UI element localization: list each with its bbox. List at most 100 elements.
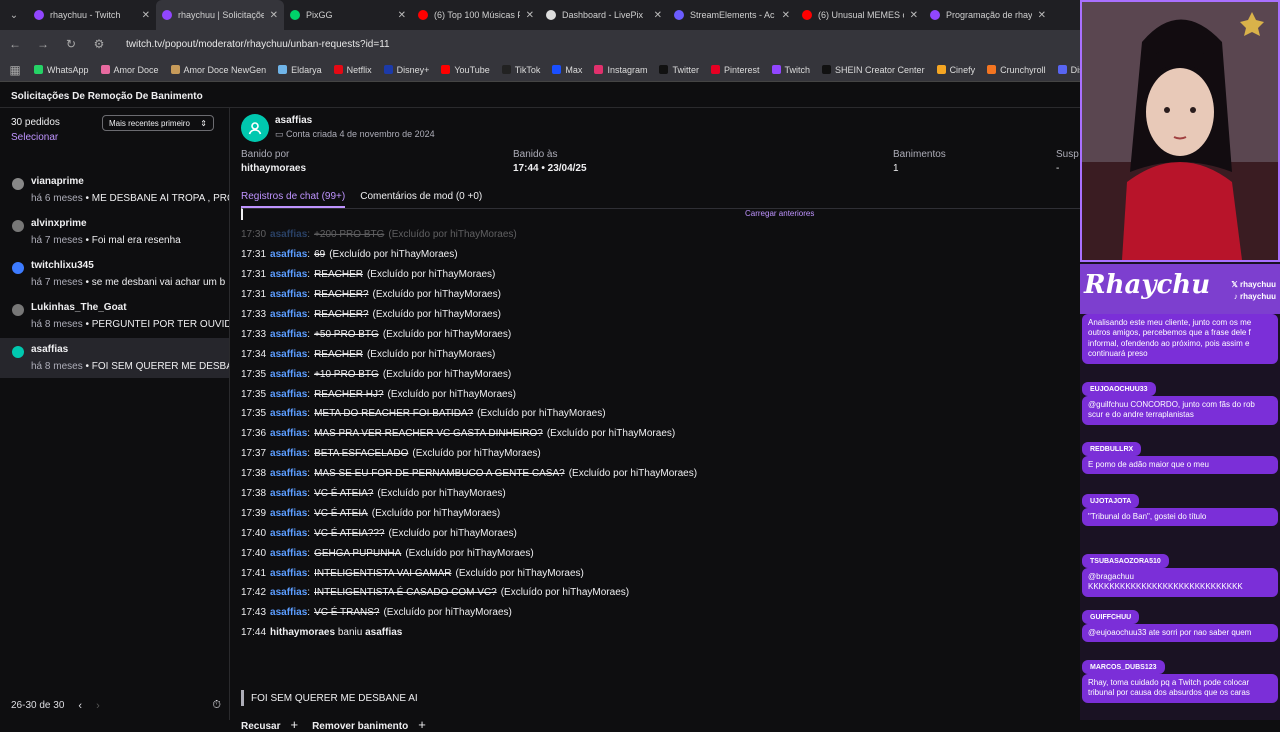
pager-range: 26-30 de 30 xyxy=(11,700,65,711)
bookmark-icon xyxy=(552,65,562,74)
site-info-icon[interactable]: ⚙ xyxy=(92,37,106,51)
tab-search-button[interactable]: ⌄ xyxy=(0,0,28,30)
user-name[interactable]: asaffias xyxy=(275,115,312,126)
bookmark-item[interactable]: Disney+ xyxy=(383,65,429,75)
select-link[interactable]: Selecionar xyxy=(11,132,58,143)
request-list-item[interactable]: Lukinhas_The_Goat há 8 meses • PERGUNTEI … xyxy=(0,296,229,336)
user-icon xyxy=(248,122,262,135)
overlay-chat-username: MARCOS_DUBS123 xyxy=(1082,660,1165,674)
bookmark-item[interactable]: Amor Doce NewGen xyxy=(170,65,266,75)
reload-icon[interactable]: ↻ xyxy=(64,37,78,51)
url-text[interactable]: twitch.tv/popout/moderator/rhaychuu/unba… xyxy=(126,39,390,50)
next-page-icon[interactable]: › xyxy=(96,700,100,712)
bookmark-item[interactable]: Crunchyroll xyxy=(987,65,1046,75)
bookmark-item[interactable]: Pinterest xyxy=(710,65,760,75)
browser-tab[interactable]: rhaychuu - Twitch ✕ xyxy=(28,0,156,30)
bookmark-icon xyxy=(170,65,180,74)
bookmark-item[interactable]: Twitter xyxy=(659,65,699,75)
favicon-icon xyxy=(930,10,940,20)
back-icon[interactable]: ← xyxy=(8,37,22,51)
request-list-item[interactable]: twitchlixu345 há 7 meses • se me desbani … xyxy=(0,254,229,294)
appeal-text: FOI SEM QUERER ME DESBANE AI xyxy=(241,690,418,706)
chat-username[interactable]: asaffias xyxy=(270,448,307,459)
request-list-item[interactable]: asaffias há 8 meses • FOI SEM QUERER ME D… xyxy=(0,338,229,378)
chat-username[interactable]: asaffias xyxy=(270,468,307,479)
chat-username[interactable]: asaffias xyxy=(270,528,307,539)
chat-username[interactable]: asaffias xyxy=(270,389,307,400)
forward-icon[interactable]: → xyxy=(36,37,50,51)
chat-username[interactable]: asaffias xyxy=(270,428,307,439)
ban-count-field: Banimentos 1 xyxy=(893,149,946,174)
bookmark-icon xyxy=(822,65,832,74)
browser-tab[interactable]: Dashboard - LivePix ✕ xyxy=(540,0,668,30)
chat-line: 17:33 asaffias: REACHER? (Excluído por hiTh… xyxy=(241,309,501,320)
tab-chat-logs[interactable]: Registros de chat (99+) xyxy=(241,191,346,208)
ban-event-line: 17:44 hithaymoraes baniu asaffias xyxy=(241,627,403,639)
account-created: ▭ Conta criada 4 de novembro de 2024 xyxy=(275,129,435,139)
chat-username[interactable]: asaffias xyxy=(270,587,307,598)
chat-username[interactable]: asaffias xyxy=(270,309,307,320)
reject-button[interactable]: Recusar + xyxy=(241,717,298,732)
chat-username[interactable]: asaffias xyxy=(270,249,307,260)
close-icon[interactable]: ✕ xyxy=(142,10,150,21)
browser-tab[interactable]: Programação de rhay ✕ xyxy=(924,0,1052,30)
chat-line: 17:36 asaffias: MAS PRA VER REACHER VC GAS… xyxy=(241,428,676,440)
apps-grid-icon[interactable]: ▦ xyxy=(8,63,22,77)
prev-page-icon[interactable]: ‹ xyxy=(78,700,82,712)
load-more-link[interactable]: Carregar anteriores xyxy=(745,209,814,218)
chat-username[interactable]: asaffias xyxy=(270,229,307,240)
calendar-icon: ▭ xyxy=(275,129,287,139)
browser-tab[interactable]: PixGG ✕ xyxy=(284,0,412,30)
chat-username[interactable]: asaffias xyxy=(270,607,307,618)
chat-username[interactable]: asaffias xyxy=(270,488,307,499)
chat-username[interactable]: asaffias xyxy=(270,329,307,340)
browser-tab[interactable]: (6) Unusual MEMES c ✕ xyxy=(796,0,924,30)
chat-username[interactable]: asaffias xyxy=(270,289,307,300)
chat-log: 17:30 asaffias: +200 PRO BTG (Excluído por … xyxy=(241,225,1061,643)
bookmark-item[interactable]: TikTok xyxy=(501,65,540,75)
bookmark-icon xyxy=(441,65,451,74)
banned-at-field: Banido às 17:44 • 23/04/25 xyxy=(513,149,587,174)
tiktok-handle: ♪ rhaychuu xyxy=(1233,292,1276,301)
browser-tab[interactable]: rhaychuu | Solicitações ✕ xyxy=(156,0,284,30)
close-icon[interactable]: ✕ xyxy=(1038,10,1046,21)
bookmark-item[interactable]: Cinefy xyxy=(936,65,975,75)
close-icon[interactable]: ✕ xyxy=(654,10,662,21)
bookmark-item[interactable]: YouTube xyxy=(441,65,490,75)
bookmark-icon xyxy=(333,65,343,74)
chat-line: 17:38 asaffias: VC É ATEIA? (Excluído por h… xyxy=(241,488,506,500)
chat-username[interactable]: asaffias xyxy=(270,369,307,380)
bookmark-item[interactable]: Twitch xyxy=(771,65,810,75)
bookmark-item[interactable]: Eldarya xyxy=(278,65,322,75)
close-icon[interactable]: ✕ xyxy=(782,10,790,21)
bookmark-item[interactable]: Netflix xyxy=(333,65,372,75)
requests-sidebar: 30 pedidos Selecionar Mais recentes prim… xyxy=(0,108,230,720)
page-title: Solicitações De Remoção De Banimento xyxy=(11,91,203,102)
sort-dropdown[interactable]: Mais recentes primeiro ⇕ xyxy=(102,115,214,131)
chat-line: 17:42 asaffias: INTELIGENTISTA É CASADO CO… xyxy=(241,587,630,599)
chat-username[interactable]: asaffias xyxy=(270,508,307,519)
close-icon[interactable]: ✕ xyxy=(910,10,918,21)
chat-username[interactable]: asaffias xyxy=(270,548,307,559)
request-list-item[interactable]: vianaprime há 6 meses • ME DESBANE AÍ TRO… xyxy=(0,170,229,210)
browser-tab[interactable]: (6) Top 100 Músicas P ✕ xyxy=(412,0,540,30)
chat-username[interactable]: asaffias xyxy=(270,349,307,360)
request-list-item[interactable]: alvinxprime há 7 meses • Foi mal era rese… xyxy=(0,212,229,252)
bookmark-item[interactable]: WhatsApp xyxy=(34,65,89,75)
close-icon[interactable]: ✕ xyxy=(398,10,406,21)
unban-button[interactable]: Remover banimento + xyxy=(312,717,426,732)
bookmark-icon xyxy=(936,65,946,74)
tab-mod-comments[interactable]: Comentários de mod (0 +0) xyxy=(360,191,482,208)
timer-icon[interactable]: ⏱ xyxy=(212,699,221,712)
close-icon[interactable]: ✕ xyxy=(270,10,278,21)
bookmark-item[interactable]: Max xyxy=(552,65,582,75)
bookmark-item[interactable]: Amor Doce xyxy=(100,65,159,75)
chat-username[interactable]: asaffias xyxy=(270,269,307,280)
chat-username[interactable]: asaffias xyxy=(270,568,307,579)
close-icon[interactable]: ✕ xyxy=(526,10,534,21)
bookmark-item[interactable]: Instagram xyxy=(594,65,647,75)
bookmark-item[interactable]: SHEIN Creator Center xyxy=(822,65,925,75)
detail-tabs: Registros de chat (99+) Comentários de m… xyxy=(241,191,482,208)
chat-username[interactable]: asaffias xyxy=(270,408,307,419)
browser-tab[interactable]: StreamElements - Ac ✕ xyxy=(668,0,796,30)
